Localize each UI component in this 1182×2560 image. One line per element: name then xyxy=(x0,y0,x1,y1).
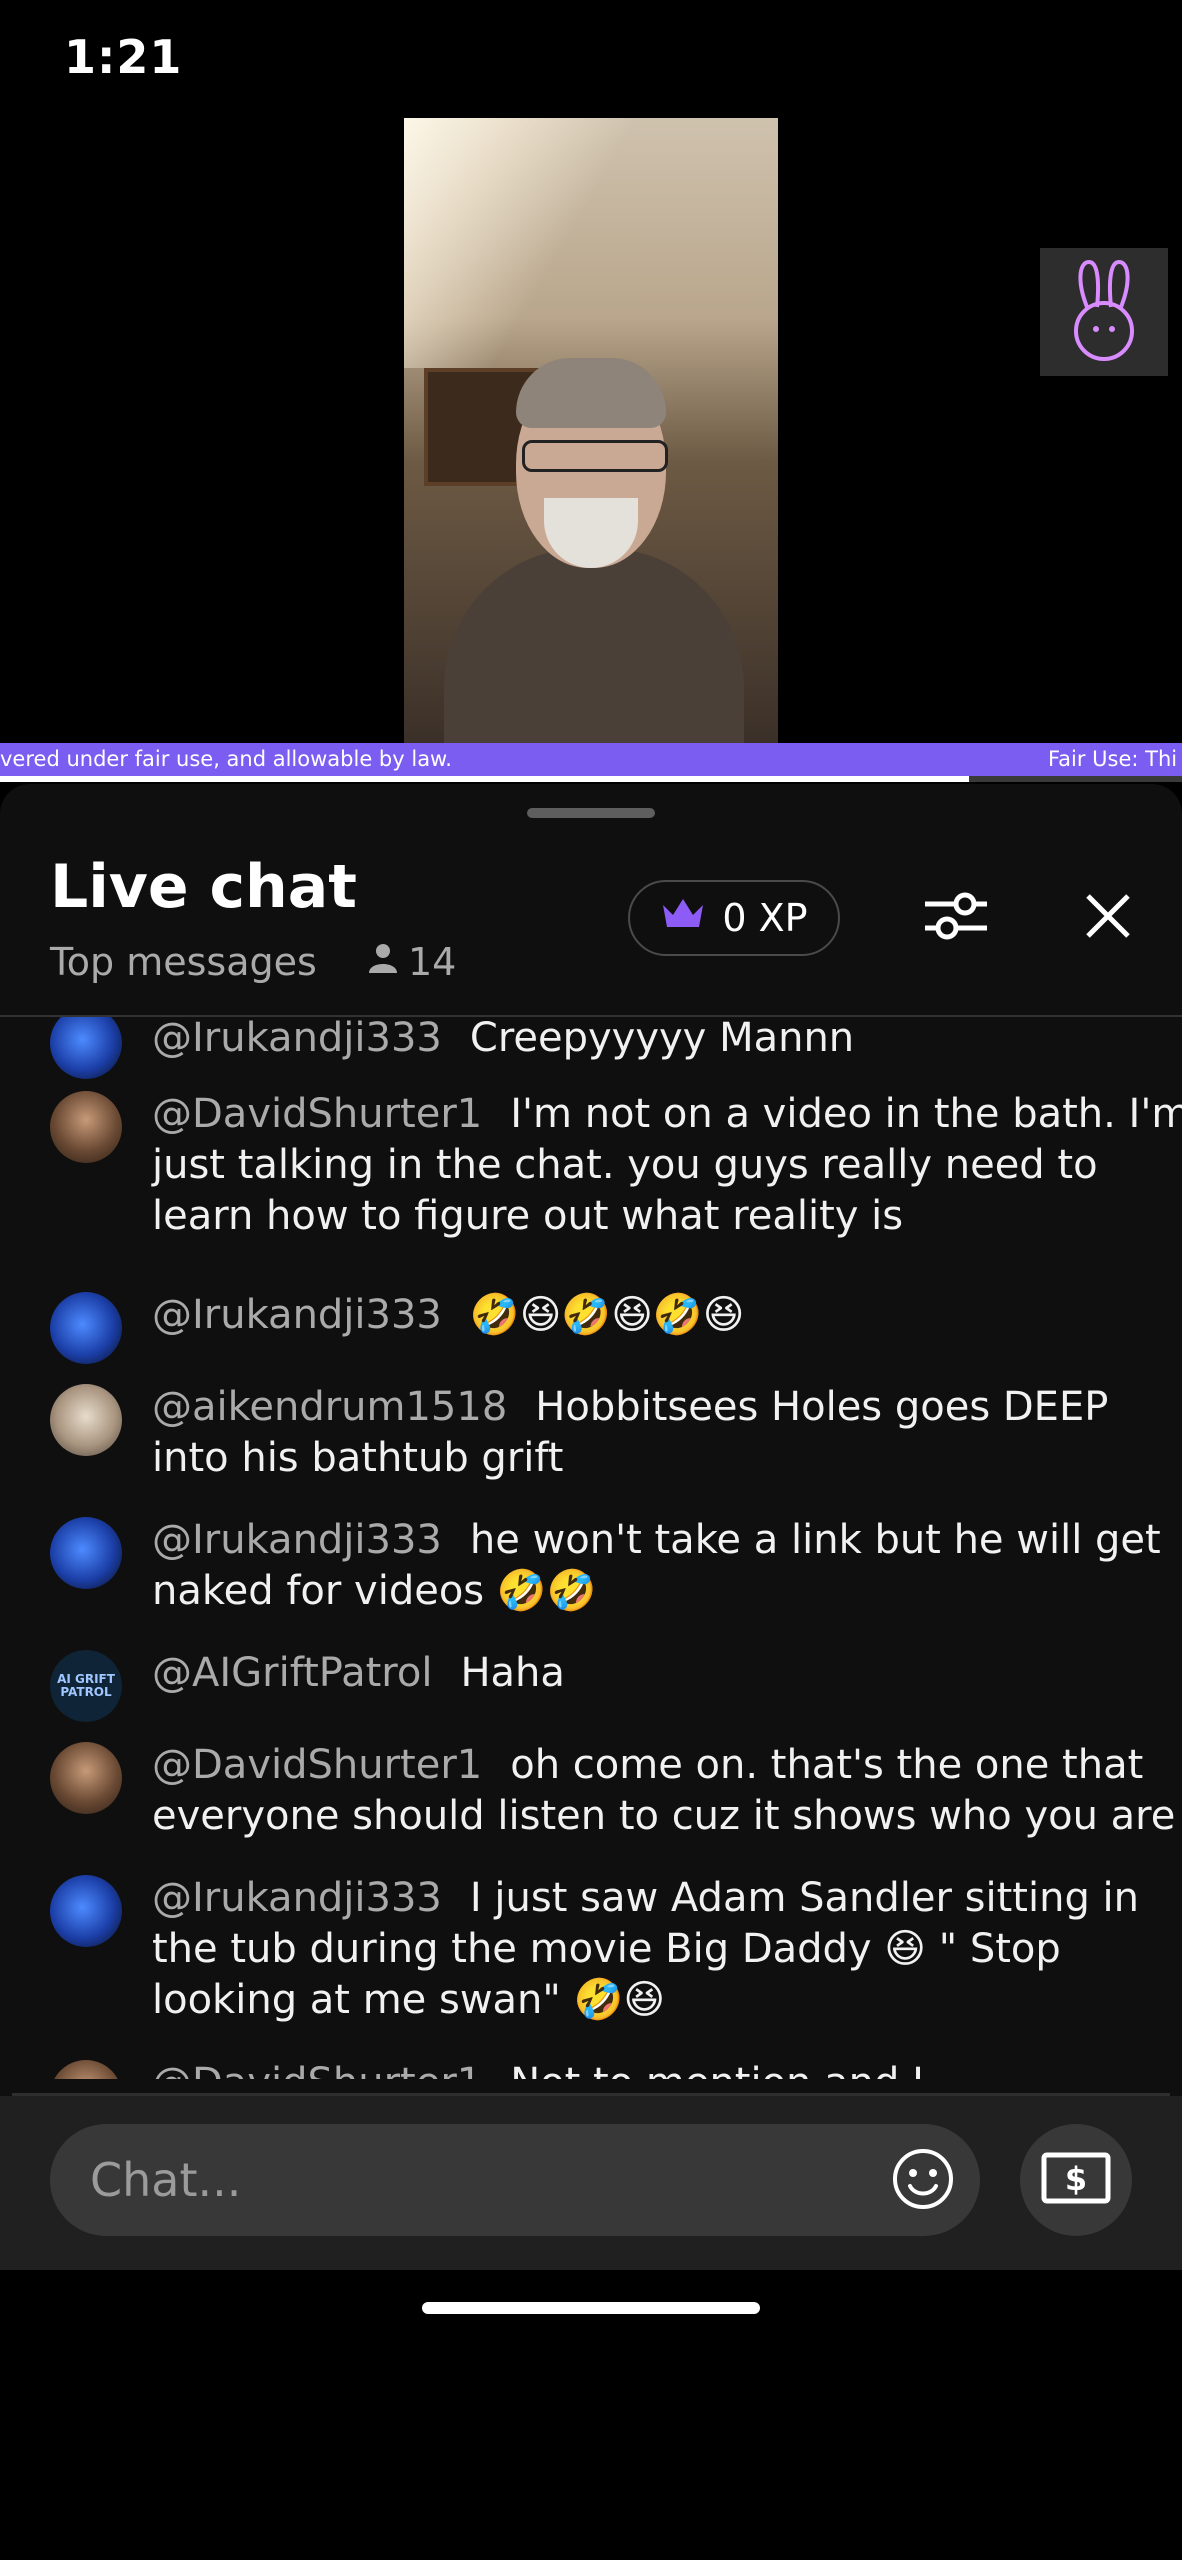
close-icon xyxy=(1084,892,1132,944)
avatar-text: AI GRIFT PATROL xyxy=(57,1672,115,1699)
chat-title: Live chat xyxy=(50,852,357,922)
person-icon xyxy=(366,940,400,984)
message-author[interactable]: @Irukandji333 xyxy=(152,1292,442,1338)
message-text: Creepyyyyy Mannn xyxy=(469,1017,855,1061)
message-author[interactable]: @aikendrum1518 xyxy=(152,1384,507,1430)
avatar[interactable] xyxy=(50,2060,122,2079)
chat-composer: $ xyxy=(0,2096,1182,2270)
avatar[interactable] xyxy=(50,1875,122,1947)
chat-mode-selector[interactable]: Top messages xyxy=(50,940,317,984)
avatar[interactable] xyxy=(50,1091,122,1163)
fair-use-ticker: vered under fair use, and allowable by l… xyxy=(0,743,1182,779)
chat-message-list[interactable]: @Irukandji333 Creepyyyyy Mannn @DavidShur… xyxy=(0,1017,1182,2079)
status-time: 1:21 xyxy=(64,30,183,84)
home-bar xyxy=(0,2270,1182,2560)
message-author[interactable]: @Irukandji333 xyxy=(152,1517,442,1563)
live-chat-panel: Live chat Top messages 14 0 XP @Irukandj… xyxy=(0,784,1182,2560)
message-author[interactable]: @AIGriftPatrol xyxy=(152,1650,432,1696)
viewer-count: 14 xyxy=(366,940,456,984)
svg-text:$: $ xyxy=(1065,2160,1087,2198)
avatar[interactable]: AI GRIFT PATROL xyxy=(50,1650,122,1722)
message-text: 🤣😆🤣😆🤣😆 xyxy=(469,1292,745,1338)
super-chat-button[interactable]: $ xyxy=(1020,2124,1132,2236)
avatar[interactable] xyxy=(50,1517,122,1589)
avatar[interactable] xyxy=(50,1742,122,1814)
sliders-icon xyxy=(923,888,989,948)
message-author[interactable]: @DavidShurter1 xyxy=(152,1742,482,1788)
video-frame xyxy=(404,118,778,743)
home-indicator[interactable] xyxy=(422,2302,760,2314)
video-player[interactable] xyxy=(0,118,1182,743)
close-button[interactable] xyxy=(1070,880,1146,956)
chat-input[interactable] xyxy=(50,2124,980,2236)
message-author[interactable]: @Irukandji333 xyxy=(152,1875,442,1921)
xp-label: 0 XP xyxy=(722,896,808,940)
chat-mode-label: Top messages xyxy=(50,940,317,984)
status-bar: 1:21 xyxy=(0,0,1182,118)
message-text: Haha xyxy=(460,1650,565,1696)
emoji-button[interactable] xyxy=(888,2146,958,2216)
ticker-text-left: vered under fair use, and allowable by l… xyxy=(0,747,452,771)
avatar[interactable] xyxy=(50,1384,122,1456)
message-author[interactable]: @DavidShurter1 xyxy=(152,1091,482,1137)
drag-handle[interactable] xyxy=(527,808,655,818)
xp-button[interactable]: 0 XP xyxy=(628,880,840,956)
dollar-bill-icon: $ xyxy=(1041,2152,1111,2208)
bunny-logo-icon xyxy=(1040,248,1168,376)
message-author[interactable]: @Irukandji333 xyxy=(152,1017,442,1061)
video-progress-bar[interactable] xyxy=(0,776,1182,782)
filter-button[interactable] xyxy=(916,880,996,956)
avatar[interactable] xyxy=(50,1292,122,1364)
video-progress-fill xyxy=(0,776,970,782)
ticker-text-right: Fair Use: Thi xyxy=(1048,747,1178,771)
smiley-icon xyxy=(891,2147,955,2215)
message-author[interactable]: @DavidShurter1 xyxy=(152,2060,482,2079)
avatar[interactable] xyxy=(50,1017,122,1079)
crown-icon xyxy=(660,895,706,942)
viewer-count-value: 14 xyxy=(408,940,457,984)
